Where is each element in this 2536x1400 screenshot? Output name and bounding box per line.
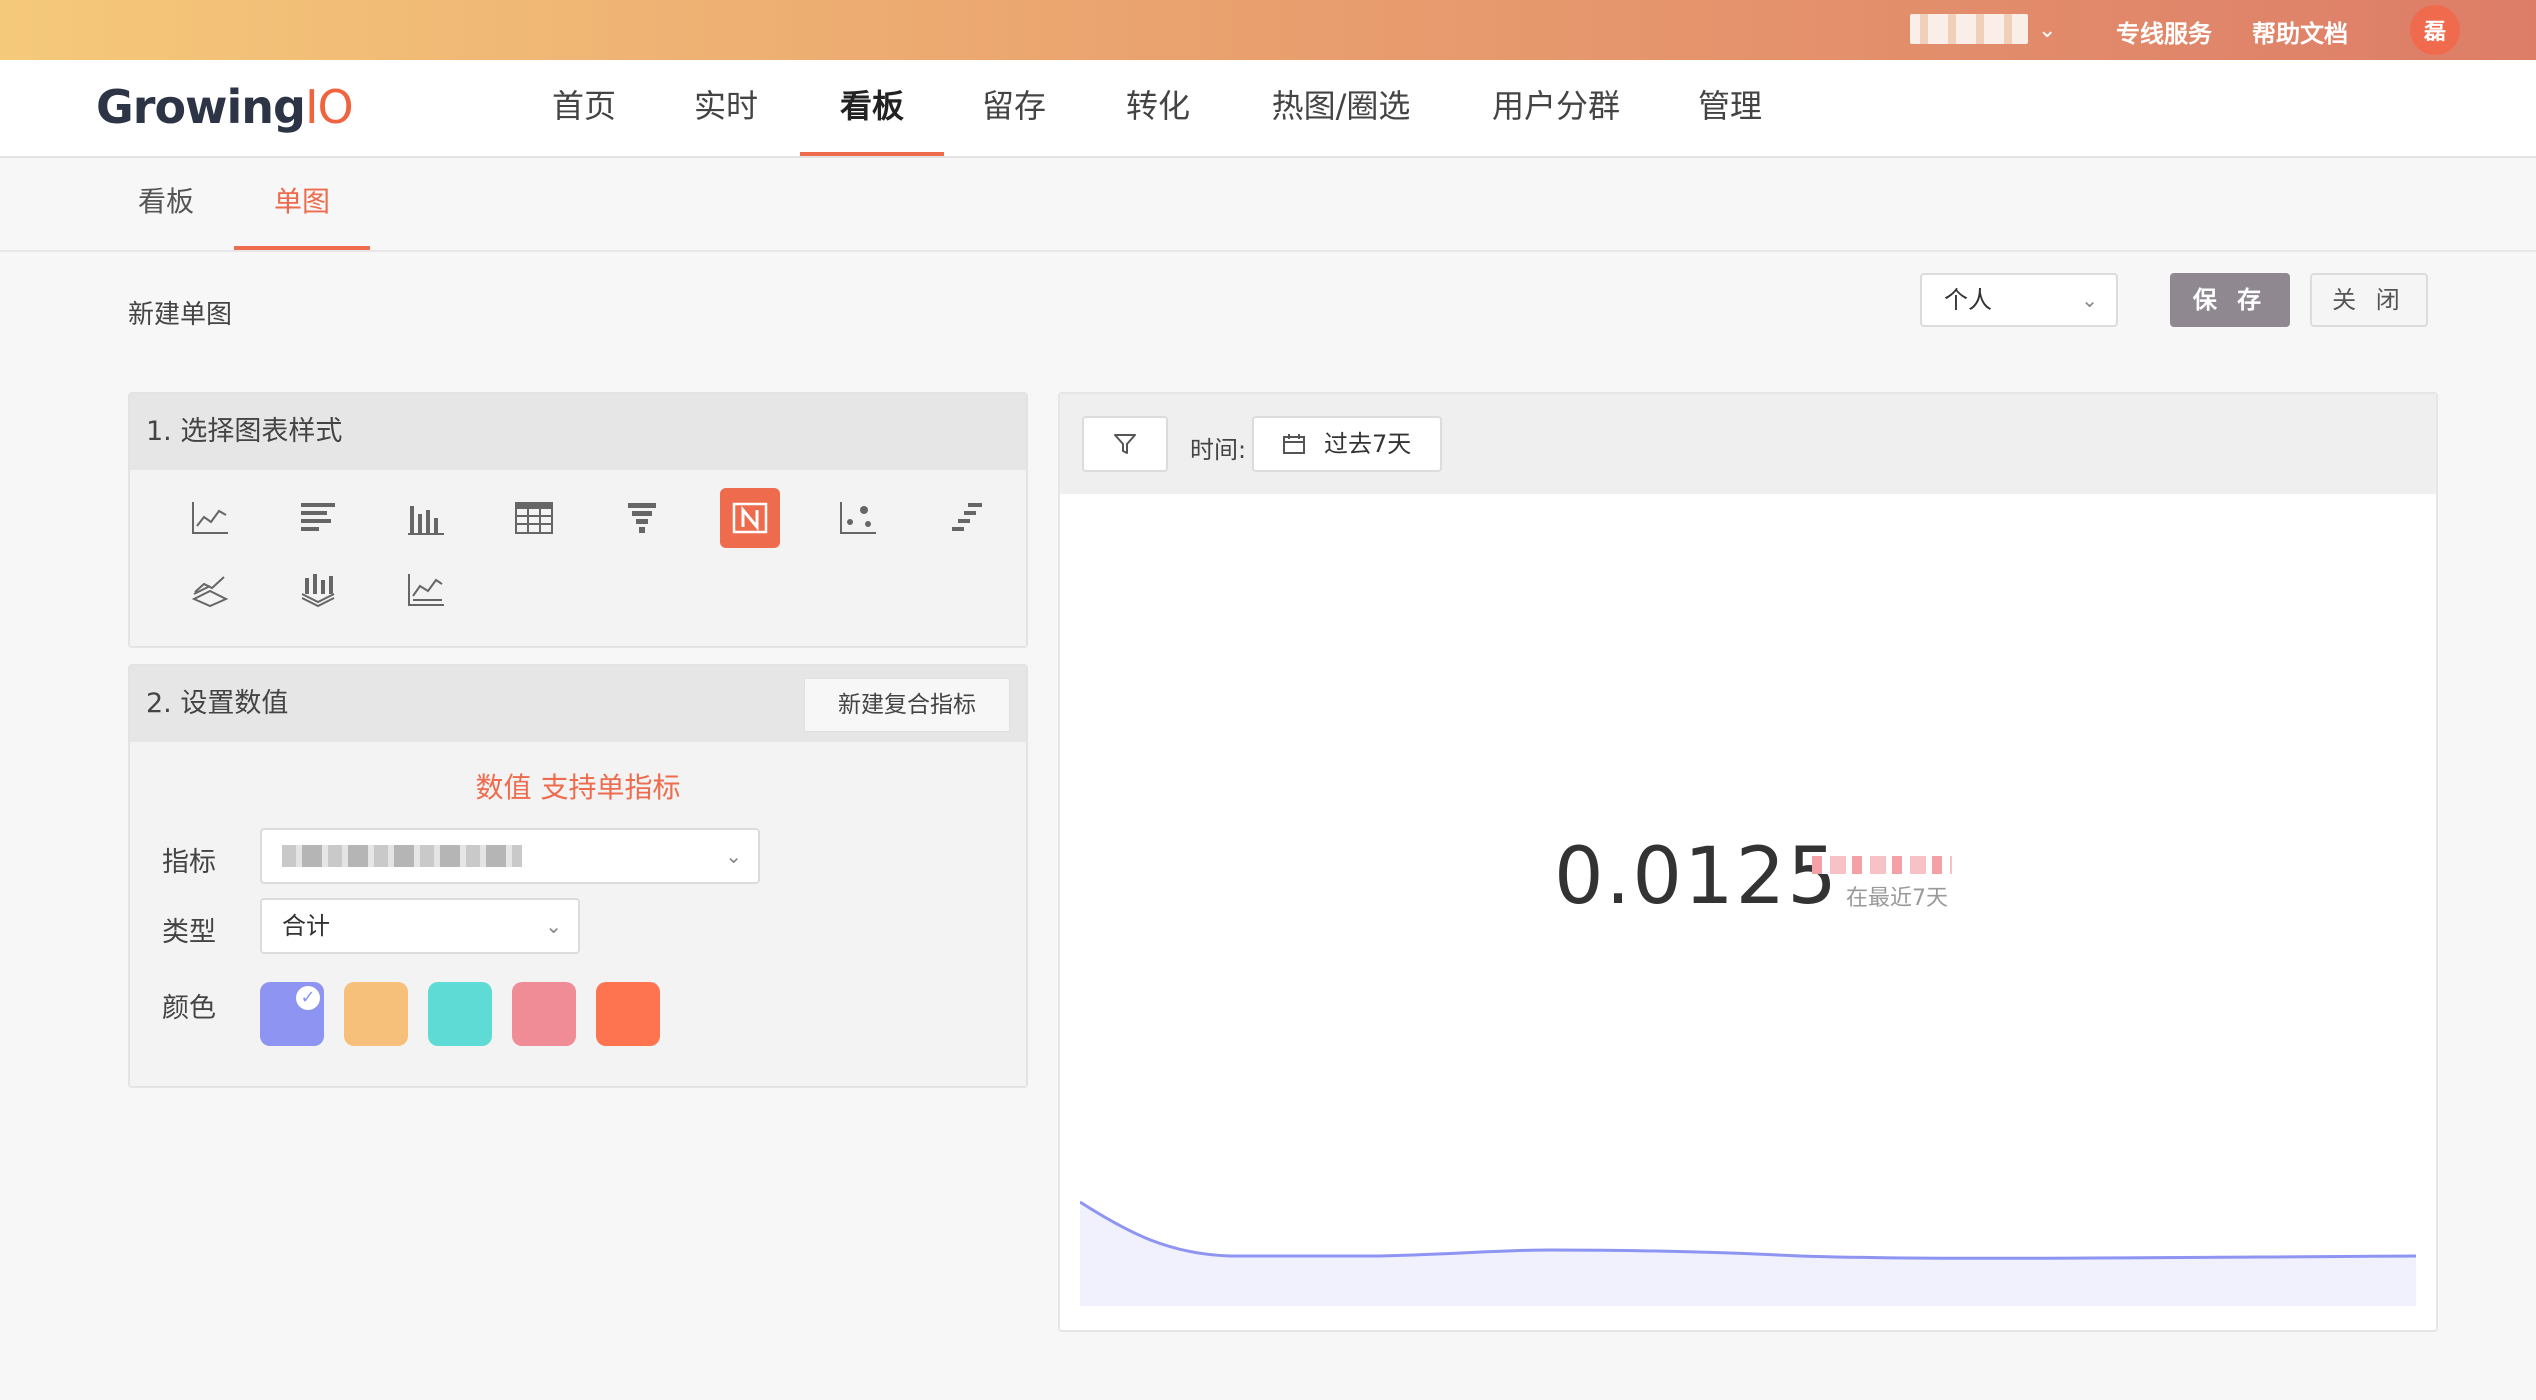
date-range-button[interactable]: 过去7天 <box>1252 416 1442 472</box>
table-icon[interactable] <box>504 488 564 548</box>
tab-dashboard[interactable]: 看板 <box>120 158 212 250</box>
step-bar-icon[interactable] <box>936 488 996 548</box>
type-select[interactable]: 合计 ⌄ <box>260 898 580 954</box>
tab-single-chart[interactable]: 单图 <box>234 158 370 250</box>
nav-item-heatmap[interactable]: 热图/圈选 <box>1256 60 1426 156</box>
bar-vertical-icon[interactable] <box>396 488 456 548</box>
page-title: 新建单图 <box>128 300 233 330</box>
color-swatch-red[interactable] <box>596 982 660 1046</box>
nav-item-conversion[interactable]: 转化 <box>1104 60 1212 156</box>
logo-accent: IO <box>304 80 354 134</box>
value-settings-panel-title: 2. 设置数值 <box>146 688 289 719</box>
nav-item-retention[interactable]: 留存 <box>960 60 1068 156</box>
scope-select[interactable]: 个人 ⌄ <box>1920 273 2118 327</box>
funnel-icon[interactable] <box>612 488 672 548</box>
change-indicator-blurred <box>1812 856 1952 874</box>
chevron-down-icon: ⌄ <box>2081 288 2098 312</box>
color-swatch-teal[interactable] <box>428 982 492 1046</box>
chart-style-panel: 1. 选择图表样式 <box>128 392 1028 648</box>
chart-preview-card: 时间: 过去7天 0.0125 在最近7天 <box>1058 392 2438 1332</box>
stacked-line-icon[interactable] <box>180 560 240 620</box>
check-icon: ✓ <box>296 986 320 1010</box>
metric-value: 0.0125 <box>1554 832 1839 922</box>
nav-item-realtime[interactable]: 实时 <box>672 60 780 156</box>
filter-button[interactable] <box>1082 416 1168 472</box>
scatter-icon[interactable] <box>828 488 888 548</box>
line-chart-icon[interactable] <box>180 488 240 548</box>
calendar-icon <box>1283 434 1305 454</box>
trend-sparkline <box>1080 1200 2417 1306</box>
color-swatch-purple[interactable]: ✓ <box>260 982 324 1046</box>
new-composite-metric-button[interactable]: 新建复合指标 <box>804 678 1010 732</box>
filter-icon <box>1114 434 1136 454</box>
time-label: 时间: <box>1190 436 1247 464</box>
close-button[interactable]: 关 闭 <box>2310 273 2428 327</box>
number-icon[interactable] <box>720 488 780 548</box>
main-nav: GrowingIO 首页 实时 看板 留存 转化 热图/圈选 用户分群 管理 <box>0 60 2536 158</box>
color-swatch-orange[interactable] <box>344 982 408 1046</box>
value-settings-panel-head: 2. 设置数值 新建复合指标 <box>130 666 1026 742</box>
sub-tabs: 看板 单图 <box>0 158 2536 252</box>
user-name-blurred[interactable] <box>1910 14 2028 44</box>
dedicated-service-link[interactable]: 专线服务 <box>2116 14 2212 49</box>
nav-item-dashboard[interactable]: 看板 <box>800 60 944 156</box>
avatar[interactable]: 磊 <box>2410 5 2460 55</box>
chart-toolbar: 时间: 过去7天 <box>1060 394 2436 494</box>
color-label: 颜色 <box>162 993 216 1024</box>
chart-style-panel-title: 1. 选择图表样式 <box>130 394 1026 470</box>
growingio-logo[interactable]: GrowingIO <box>96 80 354 134</box>
type-label: 类型 <box>162 917 216 948</box>
nav-item-home[interactable]: 首页 <box>530 60 638 156</box>
help-docs-link[interactable]: 帮助文档 <box>2252 14 2348 49</box>
nav-item-segments[interactable]: 用户分群 <box>1478 60 1634 156</box>
save-button[interactable]: 保 存 <box>2170 273 2290 327</box>
scope-value: 个人 <box>1944 286 1992 314</box>
chevron-down-icon: ⌄ <box>725 844 742 868</box>
type-value: 合计 <box>282 912 330 940</box>
chart-type-list <box>130 470 1026 650</box>
top-bar: ⌄ 专线服务 帮助文档 磊 <box>0 0 2536 60</box>
color-swatch-pink[interactable] <box>512 982 576 1046</box>
value-settings-panel: 2. 设置数值 新建复合指标 数值 支持单指标 指标 ⌄ 类型 合计 ⌄ 颜色 … <box>128 664 1028 1088</box>
date-range-value: 过去7天 <box>1324 430 1412 458</box>
metric-hint: 数值 支持单指标 <box>475 771 681 804</box>
period-label: 在最近7天 <box>1846 886 1948 911</box>
stacked-bar-icon[interactable] <box>288 560 348 620</box>
nav-item-admin[interactable]: 管理 <box>1676 60 1784 156</box>
chevron-down-icon: ⌄ <box>545 914 562 938</box>
metric-value-blurred <box>282 845 522 867</box>
metric-select[interactable]: ⌄ <box>260 828 760 884</box>
chevron-down-icon[interactable]: ⌄ <box>2038 18 2056 43</box>
logo-text: Growing <box>96 80 306 134</box>
bar-horizontal-icon[interactable] <box>288 488 348 548</box>
area-line-icon[interactable] <box>396 560 456 620</box>
metric-label: 指标 <box>162 847 216 878</box>
